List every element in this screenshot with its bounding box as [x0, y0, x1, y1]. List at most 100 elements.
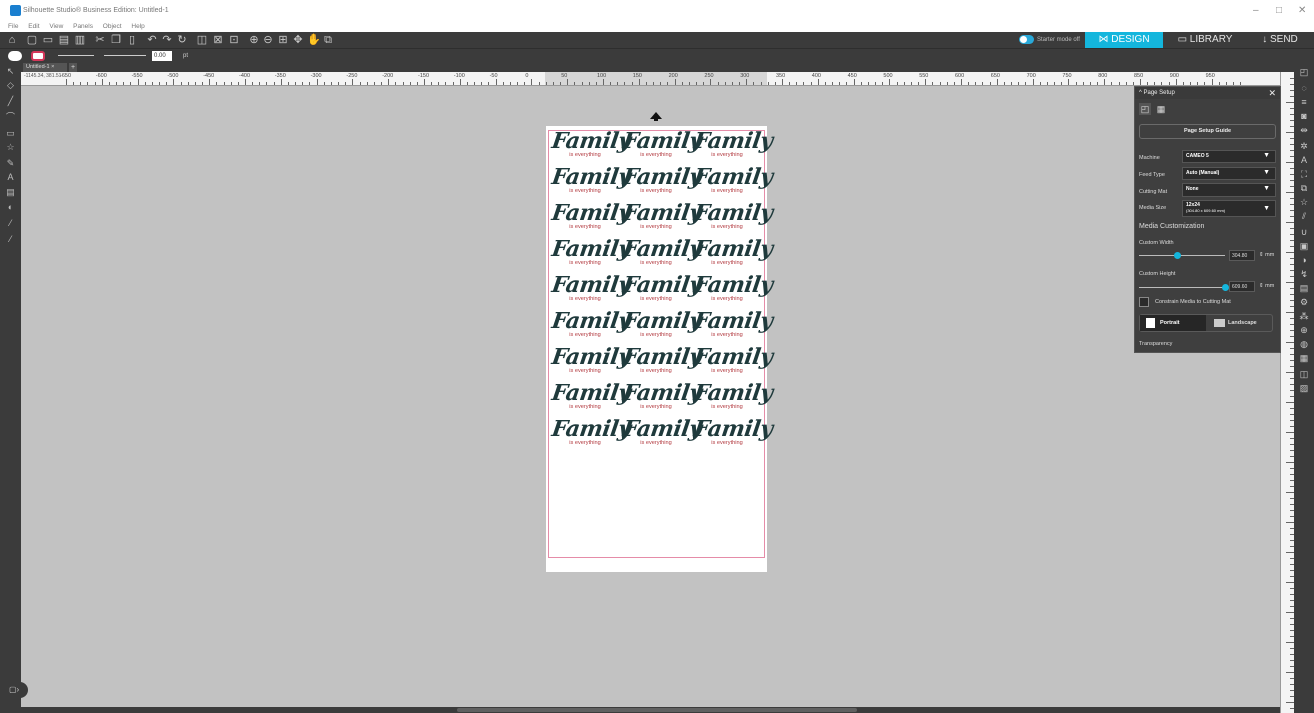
family-design[interactable]: Family is everything	[621, 344, 703, 380]
custom-height-slider[interactable]	[1139, 287, 1225, 288]
line-style-selector[interactable]	[58, 55, 94, 56]
copy-icon[interactable]: ❐	[110, 34, 122, 46]
line-width-selector[interactable]	[104, 55, 146, 56]
menu-edit[interactable]: Edit	[28, 22, 39, 32]
close-window-button[interactable]: ✕	[1298, 5, 1306, 16]
family-design[interactable]: Family is everything	[621, 308, 703, 344]
align-panel-icon[interactable]: ⇹	[1298, 124, 1310, 136]
starter-mode-toggle[interactable]: Starter mode off	[1019, 35, 1080, 44]
family-design[interactable]: Family is everything	[550, 272, 632, 308]
print-cut-panel-icon[interactable]: ◫	[1298, 368, 1310, 380]
minimize-button[interactable]: –	[1253, 5, 1259, 16]
ungroup-icon[interactable]: ⊠	[212, 34, 224, 46]
select-tool-icon[interactable]: ↖	[5, 66, 16, 77]
open-folder-icon[interactable]: ▭	[42, 34, 54, 46]
feed-type-select[interactable]: Auto (Manual) ▼	[1182, 167, 1276, 180]
family-design[interactable]: Family is everything	[550, 164, 632, 200]
new-document-icon[interactable]: ▢	[26, 34, 38, 46]
custom-width-slider-knob[interactable]	[1174, 252, 1182, 259]
paste-icon[interactable]: ▯	[126, 34, 138, 46]
family-design[interactable]: Family is everything	[550, 380, 632, 416]
grid-panel-icon[interactable]: ▦	[1298, 352, 1310, 364]
family-design[interactable]: Family is everything	[692, 380, 774, 416]
landscape-button[interactable]: Landscape	[1208, 315, 1272, 331]
fill-color-swatch[interactable]	[8, 51, 22, 61]
point-edit-icon[interactable]: ◇	[5, 80, 16, 91]
tab-design[interactable]: ⋈ DESIGN	[1085, 32, 1163, 48]
undo-icon[interactable]: ↶	[146, 34, 158, 46]
family-design[interactable]: Family is everything	[550, 416, 632, 452]
rhinestone-panel-icon[interactable]: ⁂	[1298, 310, 1310, 322]
document-tab-close-icon[interactable]: ×	[51, 64, 54, 70]
menu-view[interactable]: View	[49, 22, 63, 32]
zoom-out-icon[interactable]: ⊖	[262, 34, 274, 46]
family-design[interactable]: Family is everything	[550, 128, 632, 164]
contrast-panel-icon[interactable]: ◑	[1298, 254, 1310, 266]
menu-object[interactable]: Object	[103, 22, 122, 32]
custom-width-slider[interactable]	[1139, 255, 1225, 256]
hand-icon[interactable]: ✋	[307, 34, 321, 46]
family-design[interactable]: Family is everything	[621, 200, 703, 236]
line-color-swatch[interactable]	[31, 51, 45, 61]
eraser-tool-icon[interactable]: ◐	[5, 202, 16, 213]
fit-page-icon[interactable]: ⊞	[277, 34, 289, 46]
cutting-mat-select[interactable]: None ▼	[1182, 183, 1276, 197]
group-icon[interactable]: ◫	[196, 34, 208, 46]
pixscan-panel-icon[interactable]: ◍	[1298, 338, 1310, 350]
rotate-icon[interactable]: ↻	[176, 34, 188, 46]
custom-width-input[interactable]: 304.80	[1229, 250, 1255, 261]
page-setup-header[interactable]: ^ Page Setup	[1135, 87, 1280, 99]
family-design[interactable]: Family is everything	[692, 272, 774, 308]
family-design[interactable]: Family is everything	[621, 164, 703, 200]
trace-panel-icon[interactable]: ↯	[1298, 268, 1310, 280]
menu-help[interactable]: Help	[131, 22, 144, 32]
family-design[interactable]: Family is everything	[550, 344, 632, 380]
emboss-panel-icon[interactable]: ⚙	[1298, 296, 1310, 308]
portrait-button[interactable]: Portrait	[1140, 315, 1206, 331]
page-panel-toggle[interactable]: ▢›	[6, 682, 28, 698]
tab-send[interactable]: ↓ SEND	[1250, 32, 1310, 48]
zoom-in-icon[interactable]: ⊕	[248, 34, 260, 46]
close-panel-icon[interactable]: ✕	[1268, 87, 1276, 99]
print-icon[interactable]: ▥	[74, 34, 86, 46]
family-design[interactable]: Family is everything	[550, 200, 632, 236]
maximize-button[interactable]: □	[1276, 5, 1282, 16]
home-icon[interactable]: ⌂	[6, 34, 18, 46]
line-width-input[interactable]: 0.00	[152, 51, 172, 61]
horizontal-scrollbar[interactable]	[21, 707, 1280, 713]
machine-select[interactable]: CAMEO 5 ▼	[1182, 150, 1276, 163]
constrain-media-checkbox[interactable]	[1139, 297, 1149, 307]
line-style-panel-icon[interactable]: ≡	[1298, 96, 1310, 108]
family-design[interactable]: Family is everything	[692, 200, 774, 236]
select-all-icon[interactable]: ⊡	[228, 34, 240, 46]
family-design[interactable]: Family is everything	[692, 416, 774, 452]
scrollbar-thumb[interactable]	[457, 708, 857, 712]
media-tab-icon[interactable]: ◰	[1139, 103, 1151, 115]
text-tool-icon[interactable]: A	[5, 172, 16, 183]
custom-height-slider-knob[interactable]	[1221, 284, 1229, 291]
document-tab[interactable]: Untitled-1 ×	[23, 63, 67, 72]
rectangle-tool-icon[interactable]: ▭	[5, 128, 16, 139]
cut-icon[interactable]: ✂	[94, 34, 106, 46]
family-design[interactable]: Family is everything	[550, 236, 632, 272]
grid-tab-icon[interactable]: ▦	[1155, 103, 1167, 115]
family-design[interactable]: Family is everything	[692, 164, 774, 200]
layers-panel-icon[interactable]: ▤	[1298, 282, 1310, 294]
eyedropper-tool-icon[interactable]: ⁄	[5, 234, 16, 245]
line-tool-icon[interactable]: ╱	[5, 96, 16, 107]
pen-tool-icon[interactable]: ✎	[5, 158, 16, 169]
menu-file[interactable]: File	[8, 22, 18, 32]
family-design[interactable]: Family is everything	[621, 128, 703, 164]
page-setup-panel-icon[interactable]: ◰	[1298, 66, 1310, 78]
family-design[interactable]: Family is everything	[692, 308, 774, 344]
library-panel-icon[interactable]: ▨	[1298, 382, 1310, 394]
save-icon[interactable]: ▤	[58, 34, 70, 46]
tab-library[interactable]: ▭ LIBRARY	[1170, 32, 1240, 48]
replicate-panel-icon[interactable]: ✲	[1298, 140, 1310, 152]
family-design[interactable]: Family is everything	[621, 416, 703, 452]
image-panel-icon[interactable]: ▣	[1298, 240, 1310, 252]
menu-panels[interactable]: Panels	[73, 22, 93, 32]
fill-panel-icon[interactable]: ◙	[1298, 110, 1310, 122]
sketch-panel-icon[interactable]: ⫽	[1298, 210, 1310, 222]
text-style-panel-icon[interactable]: A	[1298, 154, 1310, 166]
